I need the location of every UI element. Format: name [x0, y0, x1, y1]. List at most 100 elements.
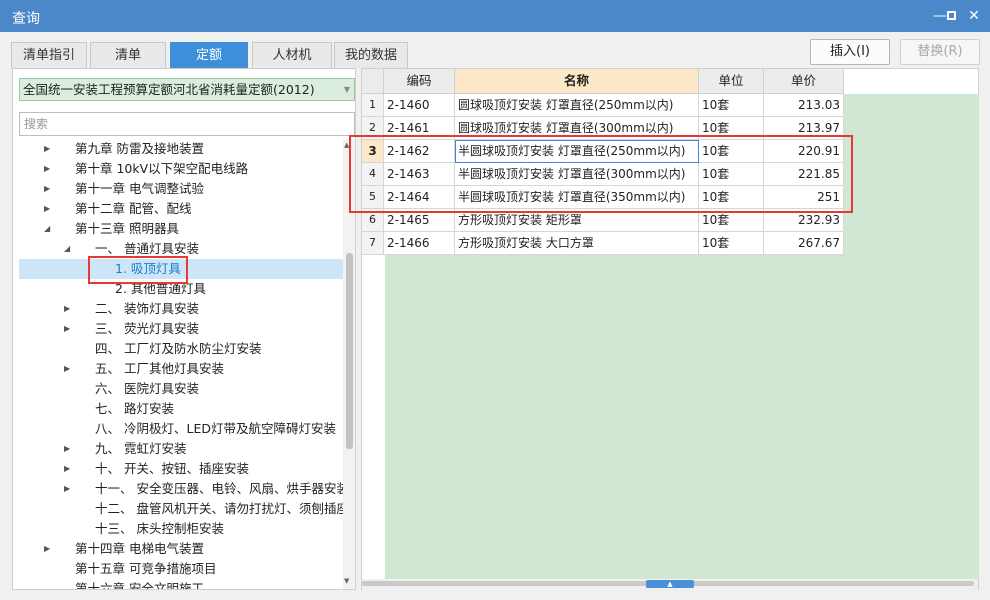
quota-library-select[interactable]: 全国统一安装工程预算定额河北省消耗量定额(2012) ▼ [19, 78, 355, 101]
name-cell[interactable]: 方形吸顶灯安装 大口方罩 [455, 232, 699, 255]
tree-item[interactable]: 1. 吸顶灯具 [19, 259, 343, 279]
tree-scrollbar[interactable]: ▲ ▼ [343, 139, 355, 589]
grid-hscrollbar[interactable]: ▲ [362, 579, 978, 590]
collapsed-caret-icon[interactable]: ▶ [44, 139, 54, 159]
collapsed-caret-icon[interactable]: ▶ [44, 199, 54, 219]
tree-item[interactable]: ▶ 第十章 10kV以下架空配电线路 [19, 159, 343, 179]
price-cell[interactable]: 251 [764, 186, 844, 209]
name-cell[interactable]: 半圆球吸顶灯安装 灯罩直径(250mm以内) [455, 140, 699, 163]
tree-item[interactable]: ▶ 第十四章 电梯电气装置 [19, 539, 343, 559]
table-row[interactable]: 4 2-1463 半圆球吸顶灯安装 灯罩直径(300mm以内) 10套 221.85 [362, 163, 845, 186]
search-input[interactable]: 搜索 [19, 112, 355, 136]
table-row[interactable]: 7 2-1466 方形吸顶灯安装 大口方罩 10套 267.67 [362, 232, 845, 255]
name-cell[interactable]: 圆球吸顶灯安装 灯罩直径(300mm以内) [455, 117, 699, 140]
collapsed-caret-icon[interactable]: ▶ [64, 459, 74, 479]
unit-cell[interactable]: 10套 [699, 140, 764, 163]
tab-list[interactable]: 清单 [90, 42, 166, 68]
expanded-caret-icon[interactable]: ◢ [64, 239, 74, 259]
unit-cell[interactable]: 10套 [699, 186, 764, 209]
row-number-cell[interactable]: 7 [362, 232, 384, 255]
tree-item[interactable]: 六、 医院灯具安装 [19, 379, 343, 399]
unit-cell[interactable]: 10套 [699, 117, 764, 140]
close-icon[interactable]: ✕ [964, 6, 984, 26]
tree-item[interactable]: ▶ 第十一章 电气调整试验 [19, 179, 343, 199]
code-cell[interactable]: 2-1465 [384, 209, 455, 232]
code-cell[interactable]: 2-1466 [384, 232, 455, 255]
tree-item[interactable]: ▶ 十、 开关、按钮、插座安装 [19, 459, 343, 479]
tree-item[interactable]: 十二、 盘管风机开关、请勿打扰灯、须刨插座... [19, 499, 343, 519]
price-cell[interactable]: 213.97 [764, 117, 844, 140]
collapsed-caret-icon[interactable]: ▶ [44, 179, 54, 199]
price-cell[interactable]: 220.91 [764, 140, 844, 163]
table-row[interactable]: 6 2-1465 方形吸顶灯安装 矩形罩 10套 232.93 [362, 209, 845, 232]
unit-cell[interactable]: 10套 [699, 232, 764, 255]
header-row-number[interactable] [362, 69, 384, 94]
tab-materials[interactable]: 人材机 [252, 42, 332, 68]
unit-cell[interactable]: 10套 [699, 94, 764, 117]
name-cell[interactable]: 半圆球吸顶灯安装 灯罩直径(300mm以内) [455, 163, 699, 186]
collapsed-caret-icon[interactable]: ▶ [44, 539, 54, 559]
tree-item[interactable]: ▶ 二、 装饰灯具安装 [19, 299, 343, 319]
code-cell[interactable]: 2-1462 [384, 140, 455, 163]
price-cell[interactable]: 221.85 [764, 163, 844, 186]
tree-item[interactable]: ▶ 五、 工厂其他灯具安装 [19, 359, 343, 379]
table-row[interactable]: 1 2-1460 圆球吸顶灯安装 灯罩直径(250mm以内) 10套 213.03 [362, 94, 845, 117]
tree-item[interactable]: ▶ 三、 荧光灯具安装 [19, 319, 343, 339]
header-name[interactable]: 名称 [455, 69, 699, 94]
price-cell[interactable]: 267.67 [764, 232, 844, 255]
header-code[interactable]: 编码 [384, 69, 455, 94]
tree-item[interactable]: ▶ 九、 霓虹灯安装 [19, 439, 343, 459]
table-row[interactable]: 3 2-1462 半圆球吸顶灯安装 灯罩直径(250mm以内) 10套 220.91 [362, 140, 845, 163]
unit-cell[interactable]: 10套 [699, 163, 764, 186]
row-number-cell[interactable]: 2 [362, 117, 384, 140]
tree-scrollbar-thumb[interactable] [346, 253, 353, 449]
table-row[interactable]: 5 2-1464 半圆球吸顶灯安装 灯罩直径(350mm以内) 10套 251 [362, 186, 845, 209]
tree-item[interactable]: ◢ 第十三章 照明器具 [19, 219, 343, 239]
code-cell[interactable]: 2-1460 [384, 94, 455, 117]
tree-item[interactable]: 八、 冷阴极灯、LED灯带及航空障碍灯安装 [19, 419, 343, 439]
name-cell[interactable]: 圆球吸顶灯安装 灯罩直径(250mm以内) [455, 94, 699, 117]
tab-my-data[interactable]: 我的数据 [334, 42, 408, 68]
row-number-cell[interactable]: 6 [362, 209, 384, 232]
tree-item[interactable]: 四、 工厂灯及防水防尘灯安装 [19, 339, 343, 359]
collapsed-caret-icon[interactable]: ▶ [64, 359, 74, 379]
scroll-down-icon[interactable]: ▼ [344, 577, 349, 585]
price-cell[interactable]: 213.03 [764, 94, 844, 117]
code-cell[interactable]: 2-1464 [384, 186, 455, 209]
collapsed-caret-icon[interactable]: ▶ [44, 159, 54, 179]
tree-item[interactable]: 第十五章 可竞争措施项目 [19, 559, 343, 579]
collapsed-caret-icon[interactable]: ▶ [64, 299, 74, 319]
expanded-caret-icon[interactable]: ◢ [44, 219, 54, 239]
tab-list-guide[interactable]: 清单指引 [11, 42, 87, 68]
row-number-cell[interactable]: 5 [362, 186, 384, 209]
splitter-handle-icon[interactable]: ▲ [646, 580, 694, 588]
tree-item[interactable]: ▶ 第十二章 配管、配线 [19, 199, 343, 219]
tree-item[interactable]: 2. 其他普通灯具 [19, 279, 343, 299]
table-row[interactable]: 2 2-1461 圆球吸顶灯安装 灯罩直径(300mm以内) 10套 213.97 [362, 117, 845, 140]
unit-cell[interactable]: 10套 [699, 209, 764, 232]
tab-quota[interactable]: 定额 [170, 42, 248, 68]
scroll-up-icon[interactable]: ▲ [344, 141, 349, 149]
maximize-icon[interactable] [941, 6, 961, 26]
name-cell[interactable]: 半圆球吸顶灯安装 灯罩直径(350mm以内) [455, 186, 699, 209]
name-cell[interactable]: 方形吸顶灯安装 矩形罩 [455, 209, 699, 232]
tree-item[interactable]: ◢ 一、 普通灯具安装 [19, 239, 343, 259]
tree-item[interactable]: 七、 路灯安装 [19, 399, 343, 419]
tree-item[interactable]: 第十六章 安全文明施工 [19, 579, 343, 589]
collapsed-caret-icon[interactable]: ▶ [64, 439, 74, 459]
price-cell[interactable]: 232.93 [764, 209, 844, 232]
tree-item[interactable]: ▶ 第九章 防雷及接地装置 [19, 139, 343, 159]
collapsed-caret-icon[interactable]: ▶ [64, 319, 74, 339]
collapsed-caret-icon[interactable]: ▶ [64, 479, 74, 499]
header-unit[interactable]: 单位 [699, 69, 764, 94]
row-number-cell[interactable]: 3 [362, 140, 384, 163]
replace-button[interactable]: 替换(R) [900, 39, 980, 65]
insert-button[interactable]: 插入(I) [810, 39, 890, 65]
tree-item[interactable]: 十三、 床头控制柜安装 [19, 519, 343, 539]
code-cell[interactable]: 2-1463 [384, 163, 455, 186]
row-number-cell[interactable]: 1 [362, 94, 384, 117]
tree-item[interactable]: ▶ 十一、 安全变压器、电铃、风扇、烘手器安装 [19, 479, 343, 499]
row-number-cell[interactable]: 4 [362, 163, 384, 186]
code-cell[interactable]: 2-1461 [384, 117, 455, 140]
header-price[interactable]: 单价 [764, 69, 844, 94]
